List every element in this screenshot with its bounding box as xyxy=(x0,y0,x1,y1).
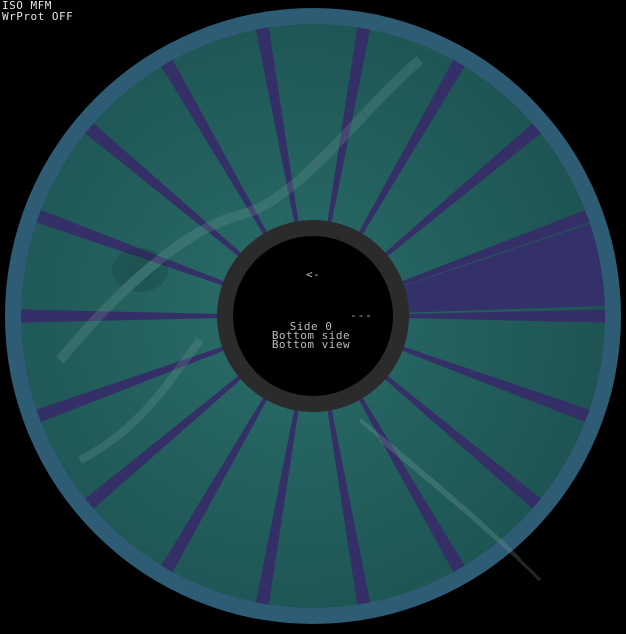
floppy-disk-surface-view[interactable] xyxy=(0,0,626,634)
head-arrow-indicator: <- xyxy=(306,268,321,281)
head-position-dashes: --- xyxy=(350,309,373,322)
view-label: Bottom view xyxy=(271,338,351,351)
status-panel: ISO MFM WrProt OFF xyxy=(2,0,73,22)
write-protect-label: WrProt OFF xyxy=(2,10,74,23)
